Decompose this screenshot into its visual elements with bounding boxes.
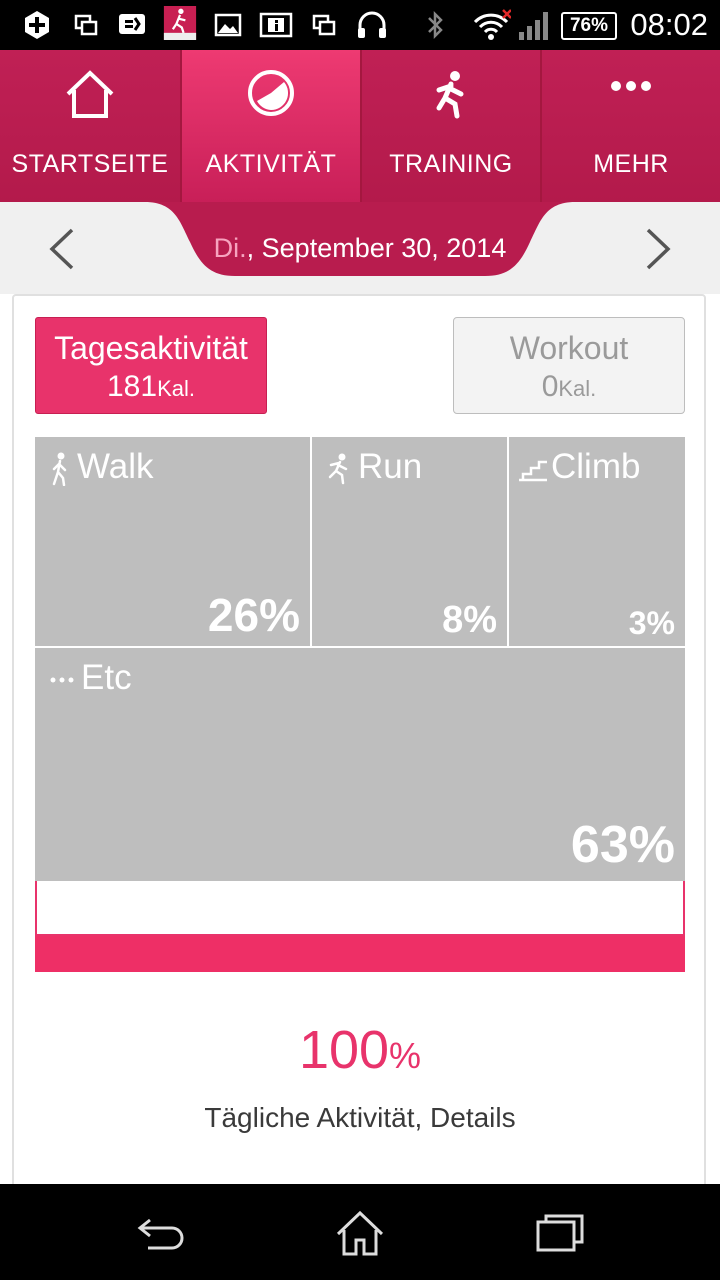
tab-startseite[interactable]: STARTSEITE	[0, 50, 180, 202]
wifi-icon	[473, 9, 511, 40]
climb-tile[interactable]: Climb 3%	[509, 437, 685, 646]
stairs-icon	[519, 460, 547, 481]
walk-tile[interactable]: Walk 26%	[35, 437, 310, 646]
tab-label: AKTIVITÄT	[205, 150, 337, 178]
workout-button[interactable]: Workout 0Kal.	[453, 317, 685, 414]
walk-label: Walk	[49, 447, 153, 487]
back-icon[interactable]	[132, 1208, 192, 1258]
total-percent-unit: %	[389, 1035, 422, 1076]
weekday-label: Di.	[213, 233, 247, 263]
bluetooth-icon	[428, 10, 443, 40]
daily-calories-unit: Kal.	[157, 376, 195, 401]
chevron-left-icon[interactable]	[42, 226, 82, 272]
run-tile[interactable]: Run 8%	[312, 437, 507, 646]
battery-icon: 76%	[561, 12, 617, 40]
home-icon[interactable]	[330, 1208, 390, 1258]
total-percent: 100%	[0, 1020, 720, 1086]
etc-tile[interactable]: Etc 63%	[35, 648, 685, 881]
daily-activity-title: Tagesaktivität	[54, 330, 248, 366]
workout-title: Workout	[509, 330, 629, 366]
total-percent-value: 100	[298, 1020, 390, 1080]
workout-calories-unit: Kal.	[558, 376, 597, 401]
chat-icon	[119, 14, 145, 34]
walk-icon	[52, 452, 67, 486]
climb-label: Climb	[517, 447, 640, 487]
tab-label: STARTSEITE	[11, 150, 169, 178]
info-icon	[259, 12, 293, 38]
status-bar: 76% 08:02	[0, 0, 720, 50]
screen-copy-icon	[312, 14, 336, 36]
daily-calories-value: 181	[107, 370, 158, 403]
run-icon	[328, 453, 348, 484]
headphones-icon	[358, 11, 386, 38]
run-label-text: Run	[358, 447, 423, 486]
activity-chart-icon	[248, 70, 294, 116]
chevron-right-icon[interactable]	[638, 226, 678, 272]
etc-percent: 63%	[570, 816, 675, 874]
daily-activity-value: 181Kal.	[36, 370, 266, 406]
signal-icon	[519, 12, 548, 40]
workout-calories-value: 0	[541, 370, 559, 403]
run-label: Run	[326, 447, 422, 487]
walk-label-text: Walk	[77, 447, 154, 486]
etc-label: Etc	[49, 658, 132, 698]
add-icon	[25, 11, 49, 39]
progress-track	[35, 881, 685, 936]
recent-apps-icon[interactable]	[530, 1208, 590, 1258]
date-rest-label: , September 30, 2014	[246, 233, 507, 263]
runner-icon	[436, 71, 464, 119]
screen-copy-icon	[74, 14, 98, 36]
image-icon	[214, 13, 242, 37]
lg-fitness-app-icon	[163, 6, 197, 40]
climb-percent: 3%	[628, 605, 675, 641]
walk-percent: 26%	[207, 589, 300, 641]
progress-bar-fill	[35, 936, 685, 972]
climb-label-text: Climb	[551, 447, 641, 486]
tab-mehr[interactable]: MEHR	[542, 50, 720, 202]
more-dots-icon	[611, 81, 651, 91]
top-navigation: STARTSEITE AKTIVITÄT TRAINING MEHR	[0, 50, 720, 202]
workout-value: 0Kal.	[454, 370, 684, 406]
tab-label: MEHR	[593, 150, 669, 178]
clock: 08:02	[630, 7, 708, 42]
daily-activity-button[interactable]: Tagesaktivität 181Kal.	[35, 317, 267, 414]
tab-label: TRAINING	[389, 150, 513, 178]
dots-icon	[50, 677, 74, 683]
daily-activity-details-link[interactable]: Tägliche Aktivität, Details	[0, 1100, 720, 1136]
run-percent: 8%	[442, 599, 497, 641]
tab-aktivitaet[interactable]: AKTIVITÄT	[182, 50, 360, 202]
tab-training[interactable]: TRAINING	[362, 50, 540, 202]
date-label: Di., September 30, 2014	[145, 230, 575, 266]
etc-label-text: Etc	[81, 658, 132, 697]
home-icon	[66, 70, 114, 118]
